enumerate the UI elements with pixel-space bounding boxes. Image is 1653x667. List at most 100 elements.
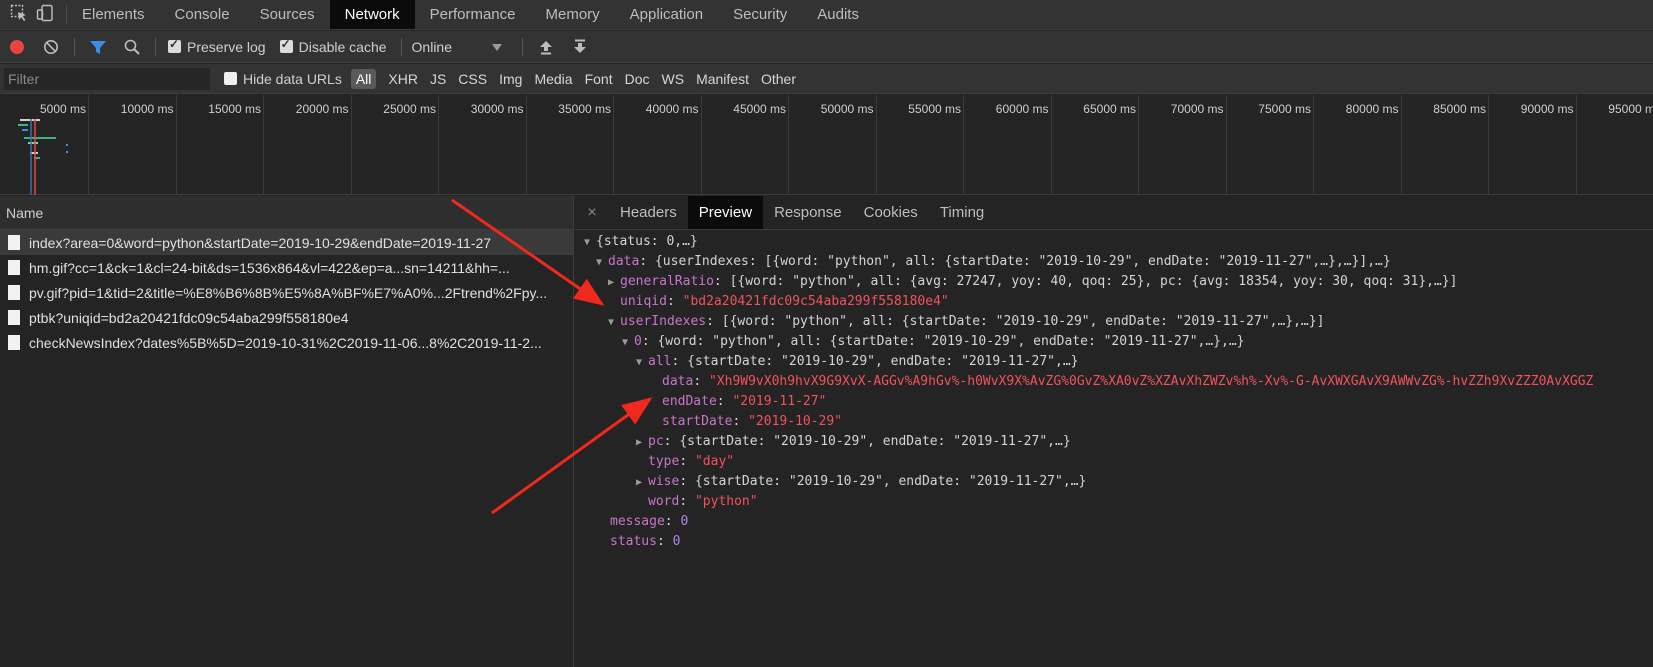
type-filter-img[interactable]: Img bbox=[494, 69, 527, 89]
preserve-log-checkbox[interactable]: Preserve log bbox=[168, 37, 266, 55]
request-row[interactable]: hm.gif?cc=1&ck=1&cl=24-bit&ds=1536x864&v… bbox=[0, 255, 573, 280]
export-har-icon[interactable] bbox=[563, 39, 597, 55]
root-summary: {status: 0,…} bbox=[596, 234, 698, 249]
tabbar-tools bbox=[0, 4, 67, 25]
timeline-overview[interactable]: 5000 ms 10000 ms 15000 ms 20000 ms 25000 ms 3… bbox=[0, 95, 1653, 195]
disable-cache-label: Disable cache bbox=[298, 38, 387, 55]
toolbar-divider bbox=[155, 37, 156, 56]
inspect-element-icon[interactable] bbox=[10, 4, 28, 25]
request-row[interactable]: pv.gif?pid=1&tid=2&title=%E8%B6%8B%E5%8A… bbox=[0, 280, 573, 305]
timeline-gridline bbox=[1575, 95, 1577, 195]
type-filter-all[interactable]: All bbox=[350, 68, 377, 89]
import-har-icon[interactable] bbox=[529, 39, 563, 55]
json-key: message bbox=[610, 514, 665, 529]
type-filter-css[interactable]: CSS bbox=[453, 69, 492, 89]
type-filter-doc[interactable]: Doc bbox=[620, 69, 655, 89]
json-string: "2019-11-27" bbox=[732, 394, 827, 409]
collapse-arrow-icon[interactable]: ▶ bbox=[636, 473, 648, 492]
waterfall-bar bbox=[18, 124, 28, 126]
tab-performance[interactable]: Performance bbox=[415, 0, 531, 29]
tab-timing[interactable]: Timing bbox=[929, 196, 995, 229]
tab-memory[interactable]: Memory bbox=[531, 0, 615, 29]
tree-node-item-0[interactable]: ▼ 0: {word: "python", all: {startDate: "2… bbox=[575, 332, 1653, 352]
type-filter-manifest[interactable]: Manifest bbox=[691, 69, 754, 89]
timeline-tick-label: 45000 ms bbox=[733, 102, 786, 116]
type-filter-xhr[interactable]: XHR bbox=[383, 69, 423, 89]
tab-sources[interactable]: Sources bbox=[245, 0, 330, 29]
request-name: checkNewsIndex?dates%5B%5D=2019-10-31%2C… bbox=[29, 334, 542, 351]
tree-node-data[interactable]: ▼ data: {userIndexes: [{word: "python", a… bbox=[575, 252, 1653, 272]
disable-cache-checkbox[interactable]: Disable cache bbox=[279, 37, 387, 55]
type-filter-js[interactable]: JS bbox=[425, 69, 451, 89]
request-row[interactable]: checkNewsIndex?dates%5B%5D=2019-10-31%2C… bbox=[0, 330, 573, 355]
json-key: userIndexes bbox=[620, 314, 707, 329]
tab-cookies[interactable]: Cookies bbox=[853, 196, 929, 229]
toolbar-divider bbox=[74, 37, 75, 56]
json-key: generalRatio bbox=[620, 274, 714, 289]
tab-elements[interactable]: Elements bbox=[67, 0, 160, 29]
json-key: type bbox=[648, 454, 680, 469]
collapse-arrow-icon[interactable]: ▶ bbox=[636, 433, 648, 452]
tree-node-pc[interactable]: ▶ pc: {startDate: "2019-10-29", endDate: … bbox=[575, 432, 1653, 452]
filter-input[interactable] bbox=[4, 67, 210, 90]
expand-arrow-icon[interactable]: ▼ bbox=[636, 353, 648, 372]
tree-node-all[interactable]: ▼ all: {startDate: "2019-10-29", endDate:… bbox=[575, 352, 1653, 372]
tree-node-general-ratio[interactable]: ▶ generalRatio: [{word: "python", all: {a… bbox=[575, 272, 1653, 292]
disable-cache-check[interactable] bbox=[279, 37, 293, 53]
tab-response[interactable]: Response bbox=[763, 196, 853, 229]
type-filter-font[interactable]: Font bbox=[580, 69, 618, 89]
type-filter-other[interactable]: Other bbox=[756, 69, 801, 89]
json-string: "bd2a20421fdc09c54aba299f558180e4" bbox=[682, 294, 949, 309]
tab-security[interactable]: Security bbox=[718, 0, 802, 29]
expand-arrow-icon[interactable]: ▼ bbox=[584, 233, 596, 252]
timeline-gridline bbox=[525, 95, 527, 195]
preserve-log-check[interactable] bbox=[168, 37, 181, 53]
tab-headers[interactable]: Headers bbox=[609, 196, 688, 229]
search-icon[interactable] bbox=[115, 39, 149, 55]
request-row[interactable]: ptbk?uniqid=bd2a20421fdc09c54aba299f5581… bbox=[0, 305, 573, 330]
tree-node-wise[interactable]: ▶ wise: {startDate: "2019-10-29", endDate… bbox=[575, 472, 1653, 492]
json-summary: [{word: "python", all: {startDate: "2019… bbox=[721, 314, 1325, 329]
timeline-gridline bbox=[963, 95, 964, 195]
document-icon bbox=[8, 235, 20, 250]
timeline-tick-label: 75000 ms bbox=[1258, 102, 1311, 116]
hide-data-urls-checkbox[interactable]: Hide data URLs bbox=[224, 71, 342, 87]
record-icon[interactable] bbox=[0, 39, 34, 55]
document-icon bbox=[8, 285, 20, 300]
collapse-arrow-icon[interactable]: ▶ bbox=[608, 273, 620, 292]
waterfall-bar bbox=[66, 144, 68, 146]
json-summary: [{word: "python", all: {avg: 27247, yoy:… bbox=[729, 274, 1458, 289]
request-name: pv.gif?pid=1&tid=2&title=%E8%B6%8B%E5%8A… bbox=[29, 284, 548, 301]
network-toolbar: Preserve log Disable cache Online bbox=[0, 31, 1653, 63]
device-toolbar-icon[interactable] bbox=[36, 4, 54, 25]
expand-arrow-icon[interactable]: ▼ bbox=[596, 253, 608, 272]
tab-network[interactable]: Network bbox=[329, 0, 415, 29]
json-number: 0 bbox=[680, 514, 689, 529]
throttling-select[interactable]: Online bbox=[412, 39, 516, 55]
tree-node-all-data: data: "Xh9W9vX0h9hvX9G9XvX-AGGv%A9hGv%-h… bbox=[662, 374, 1594, 389]
timeline-gridline bbox=[1138, 95, 1139, 195]
close-icon[interactable]: × bbox=[575, 196, 609, 229]
json-key: data bbox=[662, 374, 694, 389]
request-row[interactable]: index?area=0&word=python&startDate=2019-… bbox=[0, 230, 573, 255]
clear-icon[interactable] bbox=[34, 39, 68, 55]
json-key: uniqid bbox=[620, 294, 667, 309]
expand-arrow-icon[interactable]: ▼ bbox=[622, 333, 634, 352]
tab-application[interactable]: Application bbox=[615, 0, 718, 29]
tree-node-root[interactable]: ▼ {status: 0,…} bbox=[575, 232, 1653, 252]
tab-console[interactable]: Console bbox=[160, 0, 245, 29]
timeline-tick-label: 90000 ms bbox=[1520, 102, 1574, 116]
tab-preview[interactable]: Preview bbox=[687, 196, 764, 229]
timeline-tick-label: 5000 ms bbox=[39, 102, 86, 116]
timeline-gridline bbox=[350, 95, 352, 195]
waterfall-bar bbox=[28, 142, 38, 144]
filter-icon[interactable] bbox=[81, 39, 115, 55]
expand-arrow-icon[interactable]: ▼ bbox=[608, 313, 620, 332]
hide-data-urls-check[interactable] bbox=[224, 72, 237, 85]
type-filter-ws[interactable]: WS bbox=[657, 69, 690, 89]
type-filter-media[interactable]: Media bbox=[529, 69, 577, 89]
tab-audits[interactable]: Audits bbox=[802, 0, 874, 29]
tree-node-user-indexes[interactable]: ▼ userIndexes: [{word: "python", all: {st… bbox=[575, 312, 1653, 332]
name-column-header[interactable]: Name bbox=[0, 196, 573, 230]
json-key: wise bbox=[648, 474, 680, 489]
